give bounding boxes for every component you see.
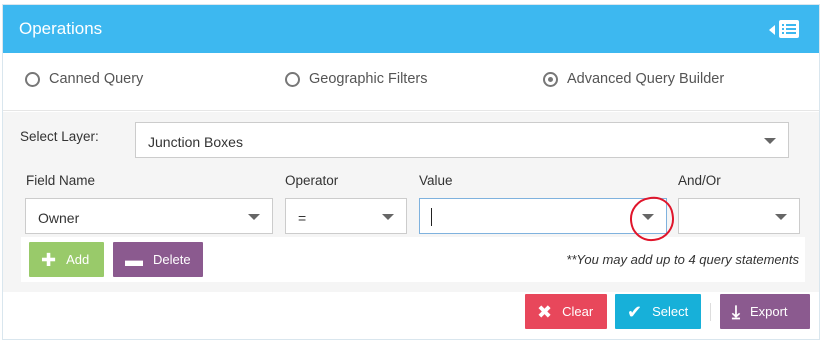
radio-label: Geographic Filters <box>309 71 428 87</box>
layer-select-value: Junction Boxes <box>148 134 243 150</box>
check-icon: ✔ <box>627 301 643 322</box>
chevron-down-icon <box>382 214 394 220</box>
statement-actions: ✚ Add ▬ Delete **You may add up to 4 que… <box>21 237 805 282</box>
caret-left-icon <box>769 25 775 35</box>
operator-header: Operator <box>285 173 339 188</box>
export-button[interactable]: ⤓ Export <box>720 294 810 329</box>
delete-button[interactable]: ▬ Delete <box>113 242 203 277</box>
radio-canned-query[interactable]: Canned Query <box>25 69 143 89</box>
field-name-select[interactable]: Owner <box>25 198 273 234</box>
radio-geographic-filters[interactable]: Geographic Filters <box>285 69 427 89</box>
export-button-label: Export <box>749 304 788 319</box>
close-icon: ✖ <box>537 301 553 322</box>
panel-header: Operations <box>3 5 819 53</box>
query-type-selector: Canned Query Geographic Filters Advanced… <box>3 53 819 111</box>
andor-header: And/Or <box>678 173 721 188</box>
plus-icon: ✚ <box>41 249 57 270</box>
minus-icon: ▬ <box>125 249 143 270</box>
operator-select[interactable]: = <box>285 198 407 234</box>
operations-panel: Operations Canned Query Geographic Filte… <box>2 4 820 340</box>
radio-label: Advanced Query Builder <box>567 71 725 87</box>
andor-select[interactable] <box>678 198 800 234</box>
add-button[interactable]: ✚ Add <box>29 242 104 277</box>
text-cursor <box>431 208 432 226</box>
radio-circle-icon <box>25 71 40 87</box>
button-divider <box>710 303 711 321</box>
radio-circle-icon <box>285 71 300 87</box>
radio-advanced-query-builder[interactable]: Advanced Query Builder <box>543 69 724 89</box>
download-icon: ⤓ <box>732 301 740 322</box>
chevron-down-icon <box>248 214 260 220</box>
list-icon <box>779 20 799 38</box>
layer-select[interactable]: Junction Boxes <box>135 122 789 158</box>
field-name-value: Owner <box>38 210 80 226</box>
chevron-down-icon <box>775 214 787 220</box>
radio-checked-icon <box>543 71 558 87</box>
radio-label: Canned Query <box>49 71 144 87</box>
query-limit-hint: **You may add up to 4 query statements <box>566 252 799 267</box>
chevron-down-icon <box>764 138 776 144</box>
delete-button-label: Delete <box>153 252 191 267</box>
select-button[interactable]: ✔ Select <box>615 294 701 329</box>
operator-value: = <box>298 210 307 226</box>
select-layer-label: Select Layer: <box>20 129 99 144</box>
value-header: Value <box>419 173 453 188</box>
field-name-header: Field Name <box>26 173 96 188</box>
select-button-label: Select <box>652 304 689 319</box>
collapse-list-icon[interactable] <box>765 20 805 40</box>
query-builder: Select Layer: Junction Boxes Field Name … <box>3 112 819 292</box>
panel-title: Operations <box>19 19 103 38</box>
clear-button-label: Clear <box>562 304 594 319</box>
clear-button[interactable]: ✖ Clear <box>525 294 607 329</box>
add-button-label: Add <box>66 252 90 267</box>
